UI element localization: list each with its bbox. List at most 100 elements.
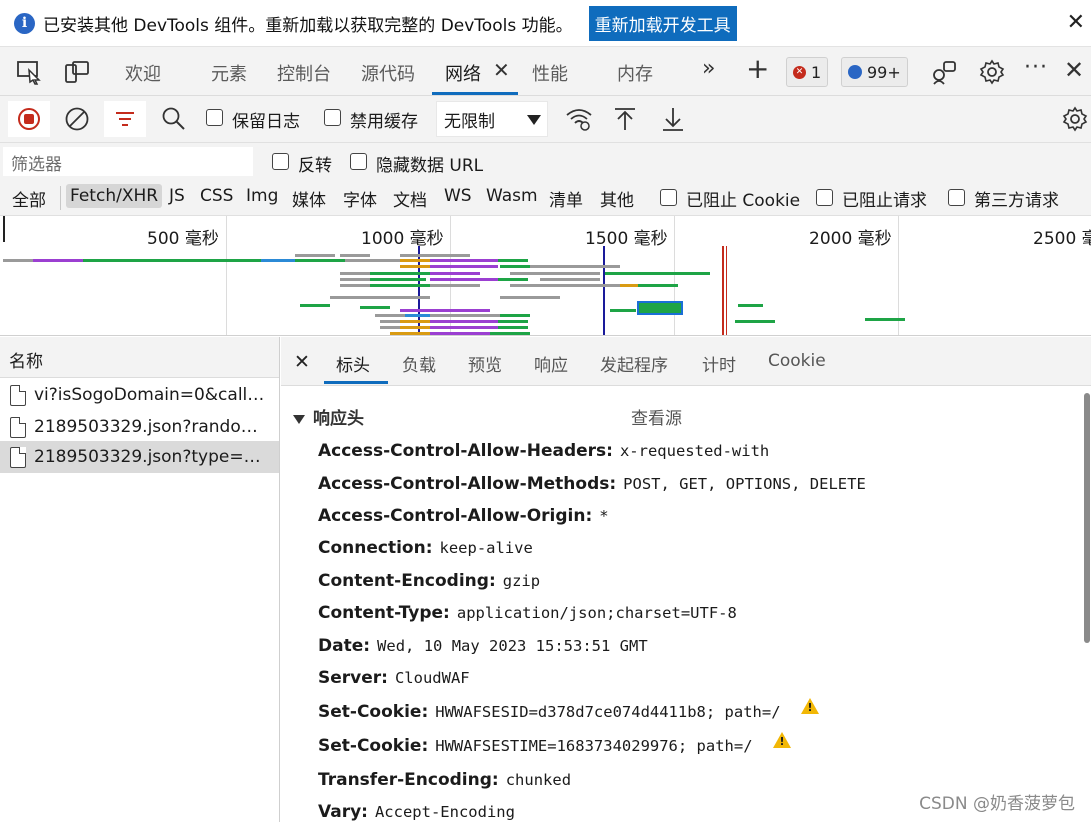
blocked-cookies-checkbox[interactable] <box>660 189 677 206</box>
settings-gear-icon[interactable] <box>979 59 1005 85</box>
add-tab-icon[interactable]: + <box>746 52 769 85</box>
messages-badge[interactable]: 99+ <box>841 57 908 87</box>
request-waterfall-bar <box>390 296 430 299</box>
search-icon[interactable] <box>161 106 187 132</box>
error-icon: ✕ <box>793 65 806 79</box>
network-settings-gear-icon[interactable] <box>1062 106 1088 132</box>
tab-performance[interactable]: 性能 <box>532 60 568 86</box>
device-emulation-icon[interactable] <box>64 59 90 85</box>
tab-headers[interactable]: 标头 <box>336 351 370 376</box>
filter-input[interactable]: 筛选器 <box>3 147 253 176</box>
network-conditions-icon[interactable] <box>565 106 593 132</box>
more-options-icon[interactable]: ··· <box>1024 55 1048 80</box>
preserve-log-checkbox[interactable] <box>206 109 223 126</box>
request-waterfall-bar <box>400 259 430 262</box>
details-scrollbar[interactable] <box>1084 393 1090 643</box>
reload-devtools-button[interactable]: 重新加载开发工具 <box>588 5 737 41</box>
header-row: Set-Cookie: HWWAFSESTIME=1683734029976; … <box>318 732 791 756</box>
active-tab-indicator <box>432 92 518 95</box>
timeline-gridline <box>674 216 675 335</box>
type-ws[interactable]: WS <box>444 186 472 206</box>
overview-selection-box <box>637 301 683 315</box>
tab-timing[interactable]: 计时 <box>702 351 736 376</box>
network-toolbar: 保留日志 禁用缓存 无限制 <box>0 96 1091 143</box>
header-name: Content-Type: <box>318 603 450 623</box>
close-infobar-icon[interactable]: ✕ <box>1067 10 1085 35</box>
view-source-link[interactable]: 查看源 <box>631 404 682 429</box>
tab-elements[interactable]: 元素 <box>211 60 247 86</box>
header-row: Content-Encoding: gzip <box>318 571 540 591</box>
warning-icon[interactable]: ! <box>800 698 819 714</box>
invert-checkbox[interactable] <box>272 153 289 170</box>
tab-payload[interactable]: 负载 <box>402 351 436 376</box>
type-manifest[interactable]: 清单 <box>549 186 583 211</box>
request-waterfall-bar <box>345 259 400 262</box>
header-value: CloudWAF <box>394 669 470 687</box>
tab-preview[interactable]: 预览 <box>468 351 502 376</box>
errors-badge[interactable]: ✕ 1 <box>786 57 829 87</box>
request-waterfall-bar <box>295 259 345 262</box>
type-font[interactable]: 字体 <box>343 186 377 211</box>
filter-icon <box>116 112 134 126</box>
message-count: 99+ <box>867 62 901 82</box>
header-value: Wed, 10 May 2023 15:53:51 GMT <box>377 637 648 655</box>
import-har-icon[interactable] <box>612 106 638 132</box>
file-icon <box>10 446 26 468</box>
record-button[interactable] <box>8 101 50 137</box>
request-row[interactable]: 2189503329.json?random=0.1 <box>0 411 279 443</box>
inspect-element-icon[interactable] <box>16 59 42 85</box>
header-value: x-requested-with <box>619 442 770 460</box>
tab-network[interactable]: 网络 <box>445 60 481 86</box>
more-tabs-icon[interactable]: » <box>702 56 715 81</box>
chevron-down-icon <box>527 115 541 125</box>
third-party-checkbox[interactable] <box>948 189 965 206</box>
disable-cache-checkbox[interactable] <box>324 109 341 126</box>
close-network-tab-icon[interactable]: ✕ <box>493 58 510 82</box>
warning-icon[interactable]: ! <box>772 732 791 748</box>
type-other[interactable]: 其他 <box>600 186 634 211</box>
details-tab-bar: ✕ 标头 负载 预览 响应 发起程序 计时 Cookie <box>281 337 1091 386</box>
header-name: Access-Control-Allow-Headers: <box>318 441 613 461</box>
request-row-selected[interactable]: 2189503329.json?type=h&c <box>0 441 279 473</box>
blocked-cookies-label: 已阻止 Cookie <box>686 191 801 211</box>
request-row[interactable]: vi?isSogoDomain=0&callback <box>0 379 279 411</box>
header-row: Access-Control-Allow-Methods: POST, GET,… <box>318 474 866 494</box>
tab-cookies[interactable]: Cookie <box>768 351 826 371</box>
throttling-value: 无限制 <box>444 111 495 132</box>
network-overview-timeline[interactable]: 500 毫秒 1000 毫秒 1500 毫秒 2000 毫秒 2500 毫 <box>0 216 1091 336</box>
request-waterfall-bar <box>380 326 400 329</box>
tab-memory[interactable]: 内存 <box>617 60 653 86</box>
tab-response[interactable]: 响应 <box>534 351 568 376</box>
hide-data-urls-checkbox[interactable] <box>350 153 367 170</box>
type-css[interactable]: CSS <box>200 186 233 206</box>
response-headers-section-toggle[interactable]: 响应头 <box>293 404 364 429</box>
export-har-icon[interactable] <box>660 106 686 132</box>
dom-content-loaded-marker <box>603 246 605 335</box>
feedback-icon[interactable] <box>931 59 957 85</box>
type-img[interactable]: Img <box>246 186 278 206</box>
resource-type-filter-row: 全部 Fetch/XHR JS CSS Img 媒体 字体 文档 WS Wasm… <box>0 180 1091 216</box>
close-devtools-icon[interactable]: ✕ <box>1064 56 1084 84</box>
type-fetch-xhr[interactable]: Fetch/XHR <box>66 184 163 208</box>
type-all[interactable]: 全部 <box>12 186 46 211</box>
close-details-icon[interactable]: ✕ <box>294 351 310 373</box>
tab-sources[interactable]: 源代码 <box>361 60 415 86</box>
header-value: gzip <box>502 572 541 590</box>
tab-initiator[interactable]: 发起程序 <box>600 351 668 376</box>
request-list: 名称 vi?isSogoDomain=0&callback 2189503329… <box>0 337 280 822</box>
type-media[interactable]: 媒体 <box>292 186 326 211</box>
type-js[interactable]: JS <box>169 186 185 206</box>
throttling-select[interactable]: 无限制 <box>436 101 548 137</box>
filter-toggle-button[interactable] <box>104 101 146 137</box>
type-doc[interactable]: 文档 <box>393 186 427 211</box>
timeline-tick-label: 500 毫秒 <box>147 229 219 249</box>
request-waterfall-bar <box>400 309 430 312</box>
clear-icon[interactable] <box>64 106 90 132</box>
name-column-header[interactable]: 名称 <box>0 337 279 378</box>
type-wasm[interactable]: Wasm <box>486 186 538 206</box>
tab-console[interactable]: 控制台 <box>277 60 331 86</box>
header-value: Accept-Encoding <box>374 803 515 821</box>
tab-welcome[interactable]: 欢迎 <box>125 60 161 86</box>
timeline-left-handle[interactable] <box>3 216 5 242</box>
blocked-requests-checkbox[interactable] <box>816 189 833 206</box>
